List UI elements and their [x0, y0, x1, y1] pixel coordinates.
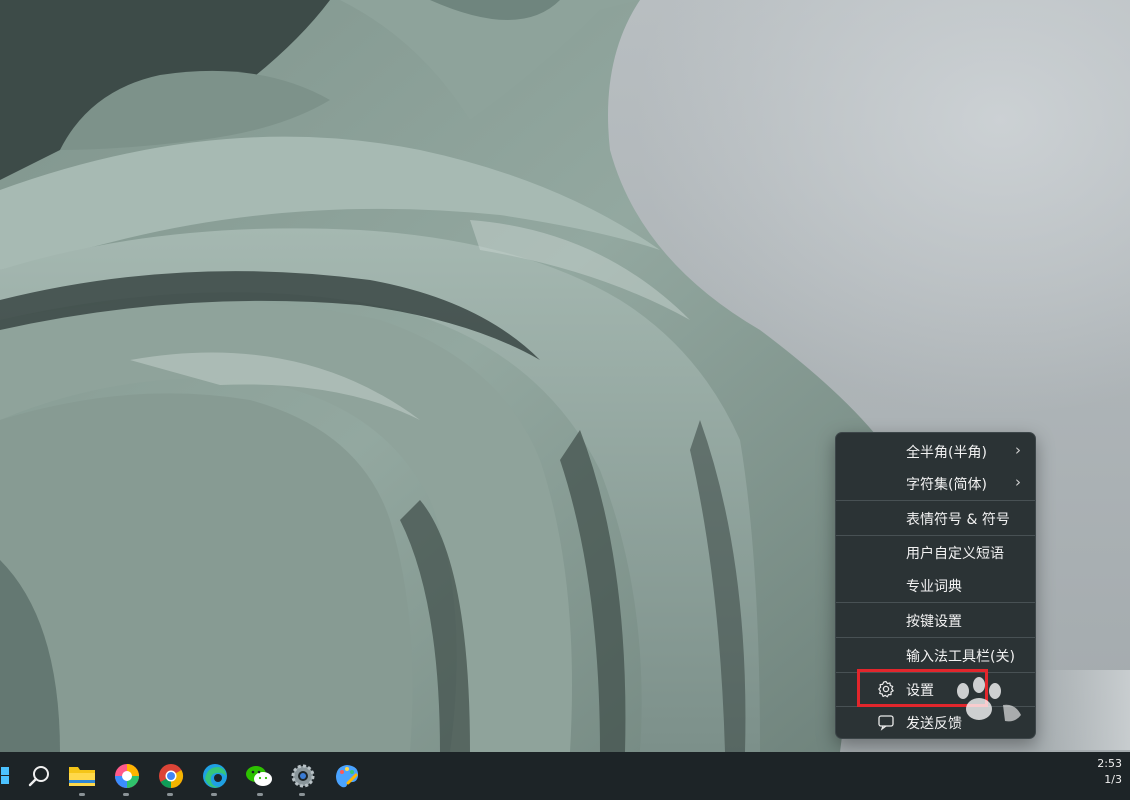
menu-item-pro-dictionary[interactable]: 专业词典	[836, 569, 1035, 601]
running-indicator	[79, 793, 85, 796]
photos-icon[interactable]	[113, 762, 141, 790]
menu-item-label: 全半角(半角)	[906, 445, 987, 461]
menu-item-full-half-width[interactable]: 全半角(半角) ›	[836, 435, 1035, 467]
clock-time: 2:53	[1097, 757, 1122, 770]
menu-divider	[836, 637, 1035, 638]
menu-item-emoji-symbols[interactable]: 表情符号 & 符号	[836, 502, 1035, 534]
paw-watermark-icon	[957, 677, 1021, 722]
menu-item-key-settings[interactable]: 按键设置	[836, 604, 1035, 636]
menu-item-label: 按键设置	[906, 614, 962, 630]
feedback-icon	[878, 715, 894, 731]
menu-item-label: 专业词典	[906, 579, 962, 595]
running-indicator	[211, 793, 217, 796]
running-indicator	[123, 793, 129, 796]
menu-item-label: 用户自定义短语	[906, 546, 1004, 562]
wechat-icon[interactable]	[245, 762, 273, 790]
menu-item-charset[interactable]: 字符集(简体) ›	[836, 467, 1035, 499]
running-indicator	[299, 793, 305, 796]
taskbar	[0, 752, 1130, 800]
menu-item-user-phrases[interactable]: 用户自定义短语	[836, 536, 1035, 568]
paint-icon[interactable]	[333, 762, 361, 790]
chrome-icon[interactable]	[157, 762, 185, 790]
menu-item-label: 字符集(简体)	[906, 477, 987, 493]
search-icon[interactable]	[26, 762, 54, 790]
running-indicator	[167, 793, 173, 796]
running-indicator	[257, 793, 263, 796]
chevron-right-icon: ›	[1015, 473, 1021, 491]
menu-item-label: 表情符号 & 符号	[906, 512, 1010, 528]
watermark-strip	[1035, 670, 1130, 750]
menu-item-ime-toolbar[interactable]: 输入法工具栏(关)	[836, 639, 1035, 671]
settings-icon[interactable]	[289, 762, 317, 790]
windows-start-icon[interactable]	[0, 762, 12, 790]
menu-divider	[836, 602, 1035, 603]
edge-icon[interactable]	[201, 762, 229, 790]
clock-date: 1/3	[1104, 773, 1122, 786]
menu-divider	[836, 500, 1035, 501]
chevron-right-icon: ›	[1015, 441, 1021, 459]
file-explorer-icon[interactable]	[68, 762, 96, 790]
menu-item-label: 输入法工具栏(关)	[906, 649, 1015, 665]
system-clock[interactable]: 2:53 1/3	[1082, 756, 1122, 788]
